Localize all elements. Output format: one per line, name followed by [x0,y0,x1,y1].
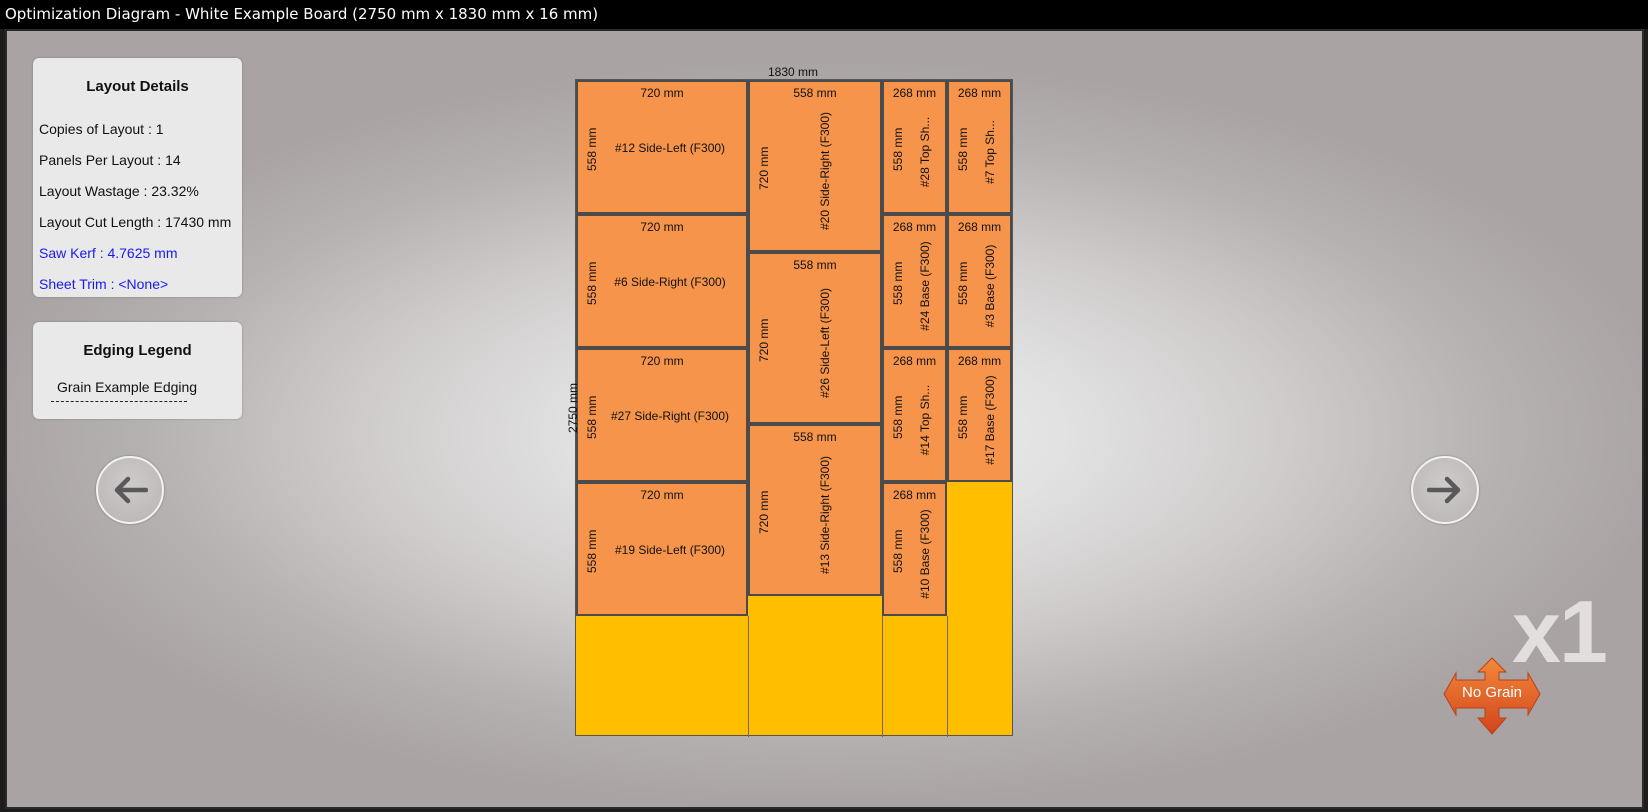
waste-divider [882,596,883,737]
layout-wastage: Layout Wastage : 23.32% [39,183,199,199]
layout-cut-length: Layout Cut Length : 17430 mm [39,214,232,230]
piece-width-label: 268 mm [957,86,1002,100]
waste-divider [748,616,749,737]
board-piece[interactable]: 558 mm 720 mm #20 Side-Right (F300) [748,80,882,252]
board-piece[interactable]: 558 mm 720 mm #13 Side-Right (F300) [748,424,882,596]
board-piece[interactable]: 268 mm 558 mm #7 Top Sh... [947,80,1012,214]
piece-width-label: 720 mm [640,354,684,368]
panels-per-layout: Panels Per Layout : 14 [39,152,181,168]
edging-legend-item: Grain Example Edging [57,379,198,395]
board-piece[interactable]: 720 mm 558 mm #27 Side-Right (F300) [576,348,748,482]
piece-width-label: 268 mm [957,220,1002,234]
board-diagram: 720 mm 558 mm #12 Side-Left (F300) 720 mm 55… [575,79,1013,737]
piece-name-label: #3 Base (F300) [982,244,997,328]
board-piece[interactable]: 268 mm 558 mm #10 Base (F300) [882,482,947,616]
piece-height-label: 558 mm [891,127,905,171]
grain-direction-button[interactable]: No Grain [1442,656,1542,736]
piece-height-label: 558 mm [891,395,905,439]
layout-details-title: Layout Details [86,78,189,95]
piece-width-label: 558 mm [793,430,837,444]
piece-width-label: 268 mm [892,488,937,502]
saw-kerf-link[interactable]: Saw Kerf : 4.7625 mm [39,245,178,261]
piece-height-label: 558 mm [891,261,905,305]
piece-width-label: 720 mm [640,488,684,502]
arrow-right-icon [1427,476,1461,504]
board-piece[interactable]: 268 mm 558 mm #3 Base (F300) [947,214,1012,348]
piece-height-label: 720 mm [757,490,771,534]
board-height-label: 2750 mm [566,382,580,434]
piece-width-label: 268 mm [957,354,1002,368]
grain-button-label: No Grain [1461,684,1523,701]
optimization-canvas: Layout Details Copies of Layout : 1 Pane… [5,29,1644,809]
piece-name-label: #17 Base (F300) [982,375,997,465]
edging-dash-line [51,401,187,402]
board-width-label: 1830 mm [768,65,819,79]
piece-name-label: #26 Side-Left (F300) [818,287,832,399]
edging-legend-title: Edging Legend [83,342,192,359]
next-layout-button[interactable] [1411,456,1479,524]
board-piece[interactable]: 268 mm 558 mm #24 Base (F300) [882,214,947,348]
board-piece[interactable]: 268 mm 558 mm #14 Top Sh... [882,348,947,482]
piece-width-label: 268 mm [892,86,937,100]
board-piece[interactable]: 268 mm 558 mm #17 Base (F300) [947,348,1012,482]
piece-name-label: #10 Base (F300) [917,509,932,599]
piece-name-label: #6 Side-Right (F300) [614,275,726,289]
piece-width-label: 558 mm [793,86,837,100]
waste-divider [947,616,948,737]
piece-name-label: #7 Top Sh... [982,120,997,184]
piece-height-label: 558 mm [956,261,970,305]
piece-height-label: 720 mm [757,146,771,190]
piece-width-label: 268 mm [892,220,937,234]
piece-width-label: 720 mm [640,220,684,234]
piece-name-label: #20 Side-Right (F300) [818,111,832,231]
piece-height-label: 558 mm [956,395,970,439]
arrow-left-icon [114,476,148,504]
piece-height-label: 720 mm [757,318,771,362]
sheet-trim-link[interactable]: Sheet Trim : <None> [39,276,168,292]
piece-name-label: #12 Side-Left (F300) [614,141,726,155]
piece-height-label: 558 mm [956,127,970,171]
piece-width-label: 268 mm [892,354,937,368]
board-piece[interactable]: 558 mm 720 mm #26 Side-Left (F300) [748,252,882,424]
previous-layout-button[interactable] [96,456,164,524]
piece-width-label: 720 mm [640,86,684,100]
piece-name-label: #24 Base (F300) [917,241,932,331]
board-piece[interactable]: 268 mm 558 mm #28 Top Sh... [882,80,947,214]
board-piece[interactable]: 720 mm 558 mm #12 Side-Left (F300) [576,80,748,214]
piece-name-label: #19 Side-Left (F300) [614,543,726,557]
edging-legend-panel: Edging Legend Grain Example Edging [33,322,242,419]
piece-height-label: 558 mm [891,529,905,573]
piece-name-label: #27 Side-Right (F300) [610,409,730,423]
board-piece[interactable]: 720 mm 558 mm #19 Side-Left (F300) [576,482,748,616]
copies-of-layout: Copies of Layout : 1 [39,121,164,137]
piece-width-label: 558 mm [793,258,837,272]
board-piece[interactable]: 720 mm 558 mm #6 Side-Right (F300) [576,214,748,348]
piece-name-label: #13 Side-Right (F300) [818,455,832,575]
piece-name-label: #28 Top Sh... [917,116,932,188]
layout-details-panel: Layout Details Copies of Layout : 1 Pane… [33,58,242,297]
piece-name-label: #14 Top Sh... [917,384,932,456]
window-title: Optimization Diagram - White Example Boa… [0,0,1648,29]
